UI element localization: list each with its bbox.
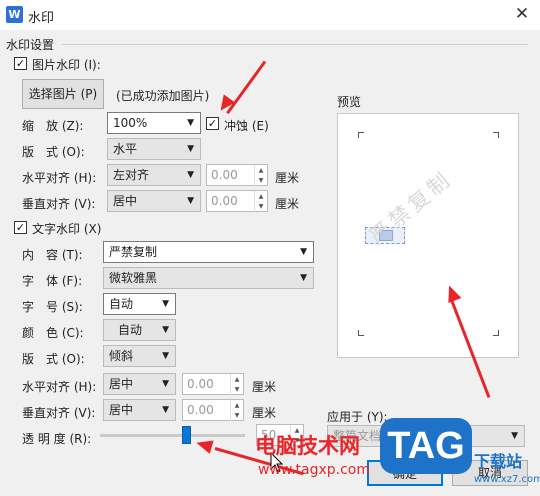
color-value: 自动 <box>118 323 143 337</box>
tag-logo: TAG <box>380 418 472 474</box>
color-select[interactable]: 自动 ▼ <box>103 319 176 341</box>
picture-valign-label: 垂直对齐 (V): <box>22 197 96 211</box>
size-value: 自动 <box>109 297 134 311</box>
site-url-watermark: www.tagxp.com <box>258 462 370 478</box>
chevron-down-icon: ▼ <box>162 299 169 309</box>
picture-halign-select[interactable]: 左对齐 ▼ <box>107 164 201 186</box>
picture-layout-select[interactable]: 水平 ▼ <box>107 138 201 160</box>
content-value: 严禁复制 <box>109 245 158 259</box>
apply-to-label: 应用于 (Y): <box>327 410 388 424</box>
text-watermark-checkbox[interactable]: ✓ <box>14 221 27 234</box>
picture-valign-offset[interactable]: 0.00 ▲ ▼ <box>206 190 268 212</box>
washout-checkbox[interactable]: ✓ <box>206 117 219 130</box>
color-label: 颜 色 (C): <box>22 326 84 340</box>
font-select[interactable]: 微软雅黑 ▼ <box>103 267 314 289</box>
text-valign-select[interactable]: 居中 ▼ <box>103 399 176 421</box>
chevron-down-icon: ▼ <box>162 325 169 335</box>
chevron-down-icon: ▼ <box>511 431 518 441</box>
picture-layout-value: 水平 <box>113 142 138 156</box>
preview-label: 预览 <box>337 95 362 109</box>
picture-valign-value: 居中 <box>113 194 138 208</box>
corner-mark <box>493 330 499 336</box>
chevron-down-icon: ▼ <box>162 351 169 361</box>
spin-down-icon[interactable]: ▼ <box>230 410 243 421</box>
picture-halign-offset[interactable]: 0.00 ▲ ▼ <box>206 164 268 186</box>
scale-label: 缩 放 (Z): <box>22 119 84 133</box>
scale-select[interactable]: 100% ▼ <box>107 112 201 134</box>
chevron-down-icon: ▼ <box>162 405 169 415</box>
section-label: 水印设置 <box>6 38 55 52</box>
transparency-slider-track[interactable] <box>100 434 245 437</box>
picture-watermark-checkbox[interactable]: ✓ <box>14 57 27 70</box>
text-halign-offset[interactable]: 0.00 ▲ ▼ <box>182 373 244 395</box>
picture-valign-offset-value: 0.00 <box>211 194 238 208</box>
chevron-down-icon: ▼ <box>300 247 307 257</box>
spin-down-icon[interactable]: ▼ <box>254 175 267 186</box>
text-halign-label: 水平对齐 (H): <box>22 380 97 394</box>
chevron-down-icon: ▼ <box>187 118 194 128</box>
text-valign-offset-value: 0.00 <box>187 403 214 417</box>
transparency-label: 透 明 度 (R): <box>22 432 92 446</box>
text-valign-offset[interactable]: 0.00 ▲ ▼ <box>182 399 244 421</box>
picture-watermark-label: 图片水印 (I): <box>32 58 101 72</box>
picture-halign-value: 左对齐 <box>113 168 150 182</box>
spin-down-icon[interactable]: ▼ <box>230 384 243 395</box>
size-select[interactable]: 自动 ▼ <box>103 293 176 315</box>
text-halign-select[interactable]: 居中 ▼ <box>103 373 176 395</box>
title-bar <box>0 0 540 30</box>
chevron-down-icon: ▼ <box>187 196 194 206</box>
text-valign-unit: 厘米 <box>252 406 277 420</box>
text-halign-value: 居中 <box>109 377 134 391</box>
corner-mark <box>493 132 499 138</box>
text-layout-select[interactable]: 倾斜 ▼ <box>103 345 176 367</box>
text-valign-label: 垂直对齐 (V): <box>22 406 96 420</box>
window-title: 水印 <box>28 11 55 26</box>
text-watermark-label: 文字水印 (X) <box>32 222 102 236</box>
picture-status: (已成功添加图片) <box>116 89 210 103</box>
transparency-slider-thumb[interactable] <box>182 426 191 444</box>
close-icon[interactable]: ✕ <box>508 2 536 26</box>
font-label: 字 体 (F): <box>22 274 83 288</box>
text-valign-value: 居中 <box>109 403 134 417</box>
picture-halign-label: 水平对齐 (H): <box>22 171 97 185</box>
arrowhead-icon <box>194 436 214 454</box>
picture-valign-select[interactable]: 居中 ▼ <box>107 190 201 212</box>
chevron-down-icon: ▼ <box>162 379 169 389</box>
section-divider <box>62 44 528 45</box>
corner-mark <box>358 330 364 336</box>
chevron-down-icon: ▼ <box>300 273 307 283</box>
washout-label: 冲蚀 (E) <box>224 119 269 133</box>
site-name-watermark: 电脑技术网 <box>255 434 360 458</box>
text-halign-unit: 厘米 <box>252 380 277 394</box>
picture-valign-unit: 厘米 <box>275 197 300 211</box>
content-select[interactable]: 严禁复制 ▼ <box>103 241 314 263</box>
picture-halign-unit: 厘米 <box>275 171 300 185</box>
arrowhead-icon <box>214 94 236 115</box>
text-halign-offset-value: 0.00 <box>187 377 214 391</box>
font-value: 微软雅黑 <box>109 271 158 285</box>
picture-halign-offset-value: 0.00 <box>211 168 238 182</box>
chevron-down-icon: ▼ <box>187 144 194 154</box>
logo-subtitle: 下载站 <box>474 452 523 471</box>
logo-url: www.xz7.com <box>474 474 540 485</box>
size-label: 字 号 (S): <box>22 300 83 314</box>
spin-down-icon[interactable]: ▼ <box>254 201 267 212</box>
corner-mark <box>358 132 364 138</box>
chevron-down-icon: ▼ <box>187 170 194 180</box>
wps-app-icon: W <box>6 6 23 23</box>
text-layout-label: 版 式 (O): <box>22 352 85 366</box>
select-picture-button[interactable]: 选择图片 (P) <box>22 79 104 109</box>
content-label: 内 容 (T): <box>22 248 83 262</box>
scale-value: 100% <box>113 116 148 130</box>
picture-layout-label: 版 式 (O): <box>22 145 85 159</box>
text-layout-value: 倾斜 <box>109 349 134 363</box>
